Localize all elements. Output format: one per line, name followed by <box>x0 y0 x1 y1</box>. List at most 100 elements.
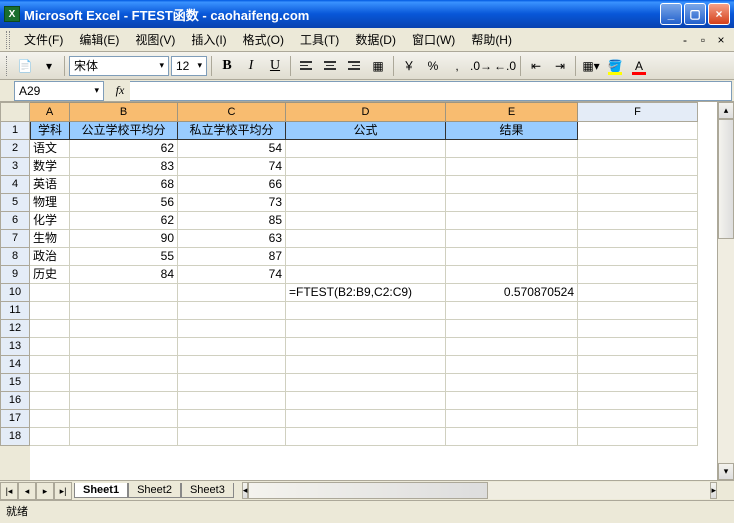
cell[interactable]: 55 <box>70 248 178 266</box>
cell[interactable] <box>446 374 578 392</box>
cell[interactable]: 87 <box>178 248 286 266</box>
cell[interactable] <box>286 158 446 176</box>
percent-button[interactable]: % <box>422 55 444 77</box>
cell[interactable] <box>70 374 178 392</box>
scroll-track[interactable] <box>248 482 710 499</box>
cell[interactable] <box>286 428 446 446</box>
cell[interactable] <box>30 356 70 374</box>
cell[interactable] <box>578 212 698 230</box>
cell[interactable]: 英语 <box>30 176 70 194</box>
font-color-button[interactable]: A <box>628 55 650 77</box>
row-header[interactable]: 1 <box>0 122 30 140</box>
menu-tools[interactable]: 工具(T) <box>292 29 347 50</box>
cell[interactable] <box>446 158 578 176</box>
cell[interactable] <box>446 140 578 158</box>
increase-indent-button[interactable]: ⇥ <box>549 55 571 77</box>
row-header[interactable]: 4 <box>0 176 30 194</box>
cell[interactable] <box>446 176 578 194</box>
menu-file[interactable]: 文件(F) <box>16 29 71 50</box>
font-combo[interactable]: 宋体▾ <box>69 56 169 76</box>
cell[interactable]: 66 <box>178 176 286 194</box>
column-header[interactable]: F <box>578 102 698 122</box>
row-header[interactable]: 13 <box>0 338 30 356</box>
formula-input[interactable] <box>130 81 732 101</box>
doc-minimize-button[interactable]: - <box>678 33 692 47</box>
name-box[interactable]: A29▾ <box>14 81 104 101</box>
cell[interactable] <box>446 428 578 446</box>
cell[interactable] <box>286 140 446 158</box>
tab-nav-last-button[interactable]: ▸| <box>54 482 72 500</box>
grip-icon[interactable] <box>6 31 10 49</box>
column-header[interactable]: C <box>178 102 286 122</box>
menu-insert[interactable]: 插入(I) <box>183 29 234 50</box>
cell[interactable]: 63 <box>178 230 286 248</box>
cell[interactable] <box>178 338 286 356</box>
minimize-button[interactable]: _ <box>660 3 682 25</box>
cell[interactable] <box>578 122 698 140</box>
cell[interactable] <box>578 176 698 194</box>
cell[interactable] <box>286 266 446 284</box>
cell[interactable] <box>578 428 698 446</box>
cell[interactable]: 74 <box>178 158 286 176</box>
cell[interactable] <box>446 338 578 356</box>
cell[interactable] <box>578 392 698 410</box>
horizontal-scrollbar[interactable]: ◂ ▸ <box>242 482 717 499</box>
row-header[interactable]: 6 <box>0 212 30 230</box>
sheet-tab[interactable]: Sheet1 <box>74 483 128 498</box>
row-header[interactable]: 8 <box>0 248 30 266</box>
cell[interactable]: 54 <box>178 140 286 158</box>
scroll-down-button[interactable]: ▾ <box>718 463 734 480</box>
comma-button[interactable]: , <box>446 55 468 77</box>
row-header[interactable]: 17 <box>0 410 30 428</box>
cell[interactable] <box>446 248 578 266</box>
cell[interactable] <box>286 230 446 248</box>
row-header[interactable]: 10 <box>0 284 30 302</box>
cell[interactable] <box>446 320 578 338</box>
header-cell[interactable]: 结果 <box>446 122 578 140</box>
row-header[interactable]: 2 <box>0 140 30 158</box>
borders-button[interactable]: ▦▾ <box>580 55 602 77</box>
cell[interactable] <box>70 284 178 302</box>
row-header[interactable]: 16 <box>0 392 30 410</box>
cell[interactable] <box>286 410 446 428</box>
sheet-tab[interactable]: Sheet3 <box>181 483 234 498</box>
cell[interactable] <box>178 284 286 302</box>
cell[interactable] <box>446 392 578 410</box>
cell[interactable]: =FTEST(B2:B9,C2:C9) <box>286 284 446 302</box>
bold-button[interactable]: B <box>216 55 238 77</box>
cell[interactable] <box>286 194 446 212</box>
cell[interactable] <box>578 194 698 212</box>
cell[interactable]: 生物 <box>30 230 70 248</box>
merge-button[interactable]: ▦ <box>367 55 389 77</box>
cell[interactable] <box>578 320 698 338</box>
cell[interactable] <box>30 320 70 338</box>
cell[interactable]: 84 <box>70 266 178 284</box>
cell[interactable]: 历史 <box>30 266 70 284</box>
cell[interactable] <box>578 338 698 356</box>
toolbar-button[interactable]: 📄 <box>14 55 36 77</box>
cell[interactable] <box>30 302 70 320</box>
cell[interactable] <box>578 410 698 428</box>
cell[interactable]: 73 <box>178 194 286 212</box>
scroll-thumb[interactable] <box>248 482 488 499</box>
cell[interactable] <box>446 302 578 320</box>
cell[interactable] <box>286 176 446 194</box>
cell[interactable] <box>70 410 178 428</box>
menu-data[interactable]: 数据(D) <box>347 29 404 50</box>
column-header[interactable]: E <box>446 102 578 122</box>
tab-nav-prev-button[interactable]: ◂ <box>18 482 36 500</box>
cell[interactable] <box>30 392 70 410</box>
menu-help[interactable]: 帮助(H) <box>463 29 520 50</box>
cell[interactable] <box>578 230 698 248</box>
cell[interactable] <box>70 302 178 320</box>
align-left-button[interactable] <box>295 55 317 77</box>
select-all-button[interactable] <box>0 102 30 122</box>
cell[interactable] <box>178 356 286 374</box>
menu-format[interactable]: 格式(O) <box>235 29 292 50</box>
cell[interactable] <box>178 410 286 428</box>
close-button[interactable]: × <box>708 3 730 25</box>
cell[interactable] <box>286 320 446 338</box>
cell[interactable] <box>446 356 578 374</box>
row-header[interactable]: 7 <box>0 230 30 248</box>
cell[interactable] <box>286 302 446 320</box>
